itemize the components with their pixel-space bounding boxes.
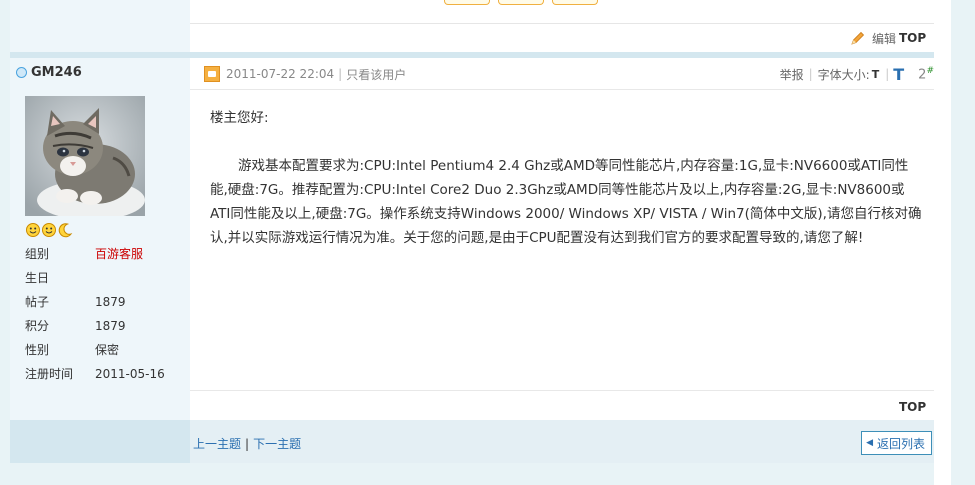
profile-row: 注册时间 2011-05-16 (25, 366, 185, 390)
floor-number: 2# (918, 66, 934, 82)
previous-post-button[interactable] (444, 0, 490, 5)
rank-icons (25, 222, 73, 238)
profile-label: 组别 (25, 247, 50, 261)
divider (190, 390, 934, 391)
profile-value: 1879 (95, 295, 126, 309)
smile-icon (26, 223, 40, 237)
floor-suffix: # (926, 65, 934, 76)
thread-board: 编辑 TOP GM246 组别 百游客服 生日 帖子 1879 积分 1879 … (10, 0, 934, 463)
divider (190, 89, 934, 90)
font-size-label: 字体大小: (817, 67, 870, 82)
back-to-list-label: 返回列表 (876, 436, 925, 451)
kitten-avatar-image (25, 96, 145, 216)
bottom-sidebar (10, 420, 190, 463)
author-profile: 组别 百游客服 生日 帖子 1879 积分 1879 性别 保密 注册时间 20… (25, 246, 185, 390)
profile-label: 积分 (25, 319, 50, 333)
profile-value: 保密 (95, 343, 120, 357)
post-datetime: 2011-07-22 22:04 (226, 67, 335, 81)
divider (190, 23, 934, 24)
profile-row: 积分 1879 (25, 318, 185, 342)
profile-row: 性别 保密 (25, 342, 185, 366)
meta-divider: | (338, 67, 343, 81)
next-thread-link[interactable]: 下一主题 (253, 437, 301, 451)
profile-label: 生日 (25, 271, 50, 285)
online-status-icon (16, 67, 27, 78)
author-name[interactable]: GM246 (16, 65, 82, 80)
author-name-text: GM246 (31, 65, 82, 80)
profile-row: 帖子 1879 (25, 294, 185, 318)
nav-divider: | (245, 437, 250, 451)
thread-navigation: 上一主题 | 下一主题 (193, 435, 301, 452)
profile-value[interactable]: 百游客服 (95, 246, 143, 270)
previous-post-button[interactable] (498, 0, 544, 5)
author-sidebar: GM246 组别 百游客服 生日 帖子 1879 积分 1879 性别 保密 注… (10, 58, 190, 420)
profile-row: 生日 (25, 270, 185, 294)
meta-divider: | (885, 67, 890, 81)
post-icon (204, 66, 220, 82)
previous-post-button[interactable] (552, 0, 598, 5)
meta-divider: | (808, 67, 813, 81)
post-tools: 举报 | 字体大小: T | T 2# (780, 64, 934, 84)
thread-navigation-bar: 上一主题 | 下一主题 ◀ 返回列表 (10, 420, 934, 463)
pencil-icon (851, 31, 865, 45)
profile-label: 帖子 (25, 295, 50, 309)
profile-label: 性别 (25, 343, 50, 357)
back-to-list-button[interactable]: ◀ 返回列表 (861, 431, 932, 455)
back-to-top-link[interactable]: TOP (899, 400, 926, 414)
post-main: 2011-07-22 22:04 | 只看该用户 举报 | 字体大小: T | … (190, 58, 934, 420)
post-content: 楼主您好: 游戏基本配置要求为:CPU:Intel Pentium4 2.4 G… (210, 106, 922, 250)
font-large-button[interactable]: T (893, 65, 904, 84)
back-to-top-link[interactable]: TOP (899, 31, 926, 45)
font-small-button[interactable]: T (872, 68, 880, 81)
report-link[interactable]: 举报 (780, 66, 804, 83)
profile-label: 注册时间 (25, 367, 74, 381)
profile-value: 2011-05-16 (95, 367, 165, 381)
post-meta: 2011-07-22 22:04 | 只看该用户 举报 | 字体大小: T | … (204, 64, 934, 84)
profile-value: 1879 (95, 319, 126, 333)
right-strip (934, 0, 951, 485)
previous-post-sidebar (10, 0, 190, 52)
edit-link[interactable]: 编辑 (850, 30, 896, 46)
prev-thread-link[interactable]: 上一主题 (193, 437, 241, 451)
avatar[interactable] (25, 96, 145, 216)
only-this-user-link[interactable]: 只看该用户 (346, 66, 406, 83)
arrow-left-icon: ◀ (866, 438, 873, 448)
post-body: 游戏基本配置要求为:CPU:Intel Pentium4 2.4 Ghz或AMD… (210, 158, 922, 246)
smile-icon (42, 223, 56, 237)
edit-label: 编辑 (871, 31, 896, 46)
post-greeting: 楼主您好: (210, 110, 269, 126)
profile-row: 组别 百游客服 (25, 246, 185, 270)
moon-icon (58, 223, 73, 238)
